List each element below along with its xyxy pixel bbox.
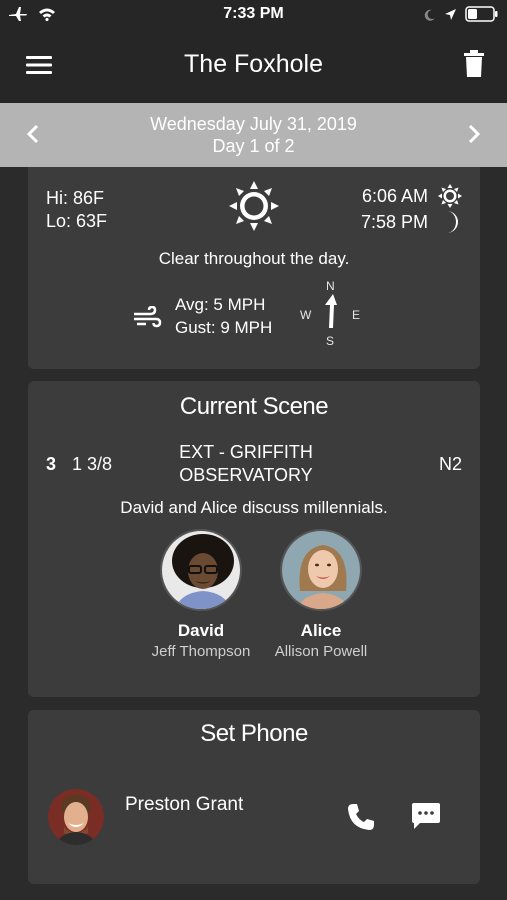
call-button[interactable] bbox=[346, 802, 376, 832]
cast-role: Alice bbox=[300, 621, 342, 640]
scene-time-of-day: N2 bbox=[438, 454, 462, 474]
sunrise-icon bbox=[438, 184, 462, 208]
status-right bbox=[424, 6, 499, 27]
cast-actor: Jeff Thompson bbox=[151, 643, 251, 660]
sun-icon bbox=[228, 180, 280, 232]
message-button[interactable] bbox=[411, 802, 441, 830]
date-text: Wednesday July 31, 2019 bbox=[150, 114, 357, 134]
wind-speeds: Avg: 5 MPH Gust: 9 MPH bbox=[175, 293, 272, 339]
weather-description: Clear throughout the day. bbox=[158, 249, 350, 268]
delete-button[interactable] bbox=[463, 50, 485, 78]
weather-card: Hi: 86F Lo: 63F 6:06 AM 7:58 PM Clear th… bbox=[28, 167, 480, 369]
sunrise-time: 6:06 AM bbox=[361, 185, 428, 206]
avatar bbox=[280, 529, 362, 611]
wind-average: Avg: 5 MPH bbox=[175, 295, 266, 314]
scene-location: EXT - GRIFFITH OBSERVATORY bbox=[179, 442, 313, 485]
scene-card-title: Current Scene bbox=[179, 393, 329, 420]
sunset-time: 7:58 PM bbox=[360, 211, 428, 232]
set-phone-card: Set Phone Preston Grant bbox=[28, 710, 480, 884]
moon-icon bbox=[447, 211, 458, 233]
compass-west: W bbox=[300, 308, 312, 322]
cast-role: David bbox=[177, 621, 225, 640]
date-bar: Wednesday July 31, 2019 Day 1 of 2 bbox=[0, 103, 507, 167]
low-temp: Lo: 63F bbox=[46, 211, 108, 231]
cast-actor: Allison Powell bbox=[274, 643, 368, 660]
wind-direction-arrow-icon bbox=[325, 294, 337, 328]
trash-icon bbox=[464, 50, 484, 77]
day-counter: Day 1 of 2 bbox=[212, 136, 295, 156]
compass-south: S bbox=[326, 334, 335, 348]
next-day-button[interactable] bbox=[465, 123, 483, 145]
chat-bubble-icon bbox=[412, 803, 440, 829]
chevron-right-icon bbox=[468, 124, 481, 144]
moon-dnd-icon bbox=[424, 8, 436, 26]
compass-east: E bbox=[352, 308, 361, 322]
temperature-range: Hi: 86F Lo: 63F bbox=[46, 187, 107, 233]
wind-icon bbox=[132, 305, 162, 330]
status-bar: 7:33 PM bbox=[0, 0, 507, 30]
cast-member[interactable]: David Jeff Thompson bbox=[136, 529, 266, 660]
high-temp: Hi: 86F bbox=[46, 188, 105, 208]
contact-name: Preston Grant bbox=[125, 794, 244, 815]
sunrise-row: 6:06 AM bbox=[362, 184, 462, 208]
set-phone-title: Set Phone bbox=[200, 720, 308, 747]
location-arrow-icon bbox=[444, 8, 457, 26]
avatar bbox=[48, 789, 104, 845]
battery-icon bbox=[465, 6, 499, 27]
wind-gust: Gust: 9 MPH bbox=[175, 318, 273, 337]
scene-page-count: 1 3/8 bbox=[72, 454, 113, 474]
wind-compass: N W E S bbox=[300, 279, 362, 351]
current-scene-card[interactable]: Current Scene 3 1 3/8 EXT - GRIFFITH OBS… bbox=[28, 381, 480, 697]
cast-member[interactable]: Alice Allison Powell bbox=[256, 529, 386, 660]
scene-number: 3 bbox=[46, 454, 57, 474]
scene-description: David and Alice discuss millennials. bbox=[120, 498, 388, 517]
phone-icon bbox=[348, 804, 374, 830]
avatar bbox=[160, 529, 242, 611]
page-title: The Foxhole bbox=[184, 50, 323, 78]
nav-bar: The Foxhole bbox=[0, 30, 507, 103]
sunset-row: 7:58 PM bbox=[361, 210, 462, 234]
compass-north: N bbox=[326, 279, 335, 293]
date-label: Wednesday July 31, 2019 Day 1 of 2 bbox=[0, 113, 507, 157]
